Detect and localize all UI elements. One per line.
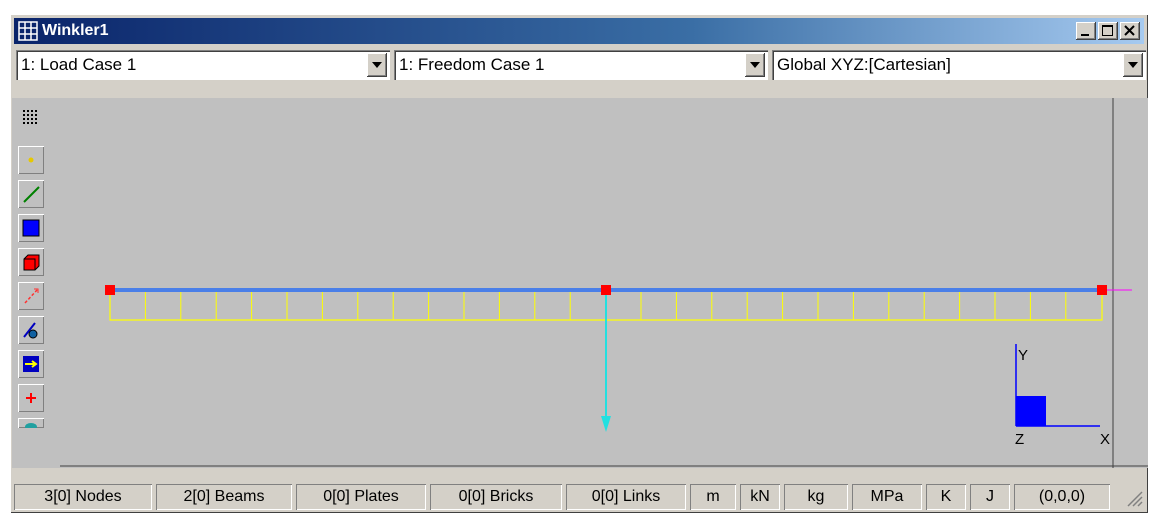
x-axis-label: X [1100, 431, 1110, 448]
globe-icon[interactable] [18, 418, 44, 428]
status-length-unit: m [690, 484, 736, 510]
node-icon[interactable] [18, 146, 44, 174]
status-links: 0[0] Links [566, 484, 686, 510]
beam-icon[interactable] [18, 180, 44, 208]
load-arrow-icon[interactable] [18, 350, 44, 378]
status-mass-unit: kg [784, 484, 848, 510]
window-title: Winkler1 [42, 22, 109, 39]
grid-dots-icon[interactable] [18, 104, 44, 132]
link-icon[interactable] [18, 282, 44, 310]
plate-icon[interactable] [18, 214, 44, 242]
grid-app-icon [18, 21, 38, 41]
node-3[interactable] [1097, 285, 1107, 295]
status-temp-unit: K [926, 484, 966, 510]
attribute-icon[interactable] [18, 316, 44, 344]
status-plates: 0[0] Plates [296, 484, 426, 510]
chevron-down-icon[interactable] [367, 53, 387, 77]
maximize-icon [1102, 25, 1113, 36]
coordinate-system-value: Global XYZ:[Cartesian] [777, 55, 951, 74]
y-axis-label: Y [1018, 347, 1028, 364]
load-arrow-head [601, 416, 611, 432]
status-energy-unit: J [970, 484, 1010, 510]
add-icon[interactable] [18, 384, 44, 412]
freedom-case-select[interactable]: 1: Freedom Case 1 [394, 50, 768, 80]
status-force-unit: kN [740, 484, 780, 510]
brick-icon[interactable] [18, 248, 44, 276]
node-1[interactable] [105, 285, 115, 295]
status-nodes: 3[0] Nodes [14, 484, 152, 510]
maximize-button[interactable] [1098, 22, 1118, 40]
load-case-value: 1: Load Case 1 [21, 55, 137, 74]
chevron-down-icon[interactable] [1123, 53, 1143, 77]
z-axis-square [1016, 396, 1046, 426]
status-coordinates: (0,0,0) [1014, 484, 1110, 510]
mdi-window: Winkler1 1: Load Case 1 1: Freedom Case … [10, 14, 1148, 513]
freedom-case-value: 1: Freedom Case 1 [399, 55, 545, 74]
model-scene[interactable]: Y Z X [12, 98, 1148, 468]
status-beams: 2[0] Beams [156, 484, 292, 510]
z-axis-label: Z [1015, 431, 1024, 448]
status-bricks: 0[0] Bricks [430, 484, 562, 510]
status-stress-unit: MPa [852, 484, 922, 510]
model-viewport[interactable]: Y Z X [12, 98, 1148, 468]
close-icon [1124, 25, 1135, 36]
coordinate-system-select[interactable]: Global XYZ:[Cartesian] [772, 50, 1146, 80]
node-2[interactable] [601, 285, 611, 295]
left-toolbar [18, 104, 46, 474]
minimize-button[interactable] [1076, 22, 1096, 40]
resize-grip-icon[interactable] [1124, 488, 1144, 508]
close-button[interactable] [1120, 22, 1140, 40]
chevron-down-icon[interactable] [745, 53, 765, 77]
status-bar: 3[0] Nodes 2[0] Beams 0[0] Plates 0[0] B… [14, 482, 1144, 512]
title-bar[interactable]: Winkler1 [14, 18, 1144, 44]
load-case-select[interactable]: 1: Load Case 1 [16, 50, 390, 80]
minimize-icon [1081, 34, 1089, 36]
